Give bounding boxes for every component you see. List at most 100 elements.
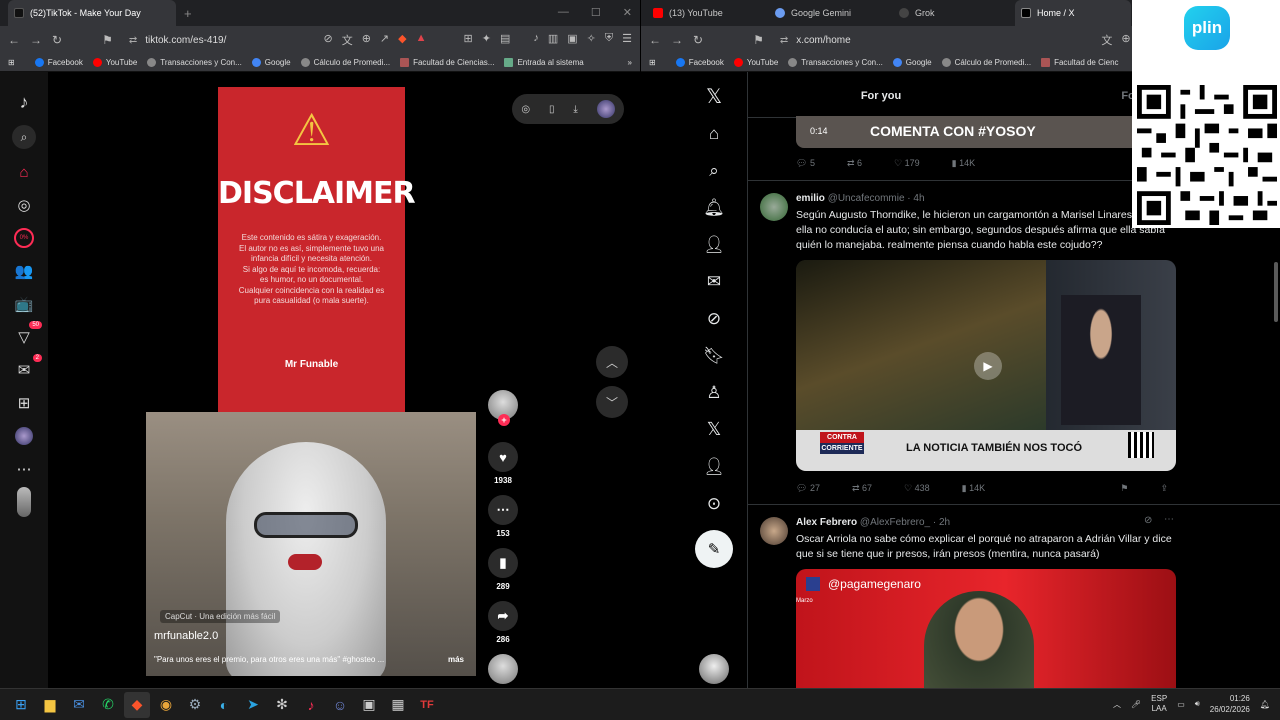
profile-icon[interactable]: 👤︎ xyxy=(703,456,725,477)
reply-button[interactable]: 💬︎ 5 xyxy=(796,158,815,169)
tab-gemini[interactable]: Google Gemini xyxy=(769,0,893,26)
next-video-button[interactable]: ﹀ xyxy=(596,386,628,418)
app-icon[interactable]: ▦ xyxy=(385,692,411,718)
tweet-video[interactable]: @pagamegenaro Marzo xyxy=(796,569,1176,688)
video-player[interactable]: ◎ ▯ ⤓ ⚠ DISCLAIMER Este contenido es sát… xyxy=(48,72,640,688)
chevron-up-icon[interactable]: ︿ xyxy=(1113,699,1121,710)
like-button[interactable]: ♡ 179 xyxy=(894,158,920,169)
tweet-time[interactable]: 4h xyxy=(913,193,924,204)
following-avatars-icon[interactable] xyxy=(14,487,34,517)
network-icon[interactable]: ▭ xyxy=(1177,700,1185,709)
puzzle-icon[interactable]: ✦ xyxy=(482,32,491,48)
repost-button[interactable]: ⇄ 6 xyxy=(847,158,862,169)
reply-button[interactable]: 💬︎ 27 xyxy=(796,483,820,494)
whatsapp-icon[interactable]: ✆ xyxy=(95,692,121,718)
previous-video-button[interactable]: ︿ xyxy=(596,346,628,378)
tab-x-home[interactable]: Home / X ✕ xyxy=(641,0,1280,688)
more-icon[interactable]: ⋯ xyxy=(14,459,34,479)
forward-icon[interactable]: → xyxy=(30,33,42,47)
file-explorer-icon[interactable]: ▆ xyxy=(37,692,63,718)
explore-icon[interactable]: ◎ xyxy=(14,195,34,215)
zoom-icon[interactable]: ⊕ xyxy=(1121,32,1130,48)
bookmark-icon[interactable]: ⚑ xyxy=(102,33,113,47)
messages-icon[interactable]: ✉ 2 xyxy=(14,354,42,380)
bookmark-google[interactable]: Google xyxy=(251,58,291,67)
new-tab-icon[interactable]: + xyxy=(184,6,192,21)
tweet[interactable]: emilio @Uncafecommie · 4h Según Augusto … xyxy=(748,180,1280,504)
notifications-icon[interactable]: 🔔︎ xyxy=(703,197,725,218)
back-icon[interactable]: ← xyxy=(649,33,661,47)
tweet-video[interactable]: ▶ CONTRA CORRIENTE LA NOTICIA TAMBIÉN NO… xyxy=(796,260,1176,471)
site-info-icon[interactable]: ⇄ xyxy=(780,35,788,46)
bookmark-calculo[interactable]: Cálculo de Promedi... xyxy=(941,58,1031,67)
bookmark-icon[interactable]: ⚑ xyxy=(753,33,764,47)
grok-icon[interactable]: ⊘ xyxy=(1144,515,1152,526)
tab-for-you[interactable]: For you xyxy=(748,72,1014,117)
tweet-avatar[interactable] xyxy=(760,517,788,545)
reader-icon[interactable]: ⊘ xyxy=(323,32,332,48)
activity-icon[interactable]: ▽ 50 xyxy=(14,321,42,347)
tweet[interactable]: Alex Febrero @AlexFebrero_ · 2h ⊘ ⋯ Osca… xyxy=(748,504,1280,688)
miniplayer-icon[interactable]: ▯ xyxy=(549,104,555,115)
communities-icon[interactable]: ♙ xyxy=(706,382,721,403)
download-icon[interactable]: ⤓ xyxy=(573,104,577,115)
more-icon[interactable]: ⊙ xyxy=(707,493,721,514)
bookmark-facultad[interactable]: Facultad de Ciencias... xyxy=(400,58,494,67)
share-icon[interactable]: ↗ xyxy=(380,32,389,48)
chrome-icon[interactable]: ◉ xyxy=(153,692,179,718)
brave-icon[interactable]: ◆ xyxy=(124,691,150,718)
bookmark-facebook[interactable]: Facebook xyxy=(34,58,83,67)
following-icon[interactable]: 👥 xyxy=(14,261,34,281)
maximize-icon[interactable]: ☐ xyxy=(591,6,601,19)
more-options-icon[interactable]: ⋯ xyxy=(1164,514,1174,525)
x-logo-icon[interactable]: 𝕏 xyxy=(706,86,722,108)
bookmark-facultad[interactable]: Facultad de Cienc xyxy=(1041,58,1119,67)
vpn-icon[interactable]: ⛨ xyxy=(605,32,613,48)
effect-avatar-icon[interactable] xyxy=(596,100,615,118)
bookmark-youtube[interactable]: YouTube xyxy=(92,58,137,67)
more-link[interactable]: más xyxy=(448,655,464,664)
brave-shield-icon[interactable]: ◆ xyxy=(398,32,406,48)
minimize-icon[interactable]: — xyxy=(558,6,569,19)
back-icon[interactable]: ← xyxy=(8,33,20,47)
home-icon[interactable]: ⌂ xyxy=(14,162,34,182)
premium-icon[interactable]: 𝕏 xyxy=(707,419,722,440)
follow-icon[interactable]: 👤︎ xyxy=(703,234,725,255)
bookmark-calculo[interactable]: Cálculo de Promedi... xyxy=(300,58,390,67)
translate-icon[interactable]: 文 xyxy=(1101,32,1112,48)
profile-icon[interactable] xyxy=(14,426,34,446)
search-icon[interactable]: ⌕ xyxy=(709,160,719,181)
zoom-icon[interactable]: ⊕ xyxy=(362,32,371,48)
bookmark-facebook[interactable]: Facebook xyxy=(675,58,724,67)
comment-button[interactable]: ⋯ xyxy=(488,495,518,525)
music-disc-avatar[interactable] xyxy=(488,654,518,684)
previous-post-video[interactable]: 0:14 COMENTA CON #YOSOY xyxy=(796,116,1176,148)
ai-icon[interactable]: ✧ xyxy=(587,32,596,48)
bookmark-transacciones[interactable]: Transacciones y Con... xyxy=(147,58,242,67)
microphone-icon[interactable]: 🎤︎ xyxy=(1131,700,1141,709)
play-icon[interactable]: ▶ xyxy=(974,352,1002,380)
like-button[interactable]: ♡ 438 xyxy=(904,483,930,494)
like-button[interactable]: ♥ xyxy=(488,442,518,472)
tiktok-icon[interactable]: ♪ xyxy=(298,692,324,718)
forward-icon[interactable]: → xyxy=(671,33,683,47)
close-window-icon[interactable]: ✕ xyxy=(623,6,632,19)
share-icon[interactable]: ⇪ xyxy=(1160,483,1168,494)
outlook-icon[interactable]: ✉ xyxy=(66,692,92,718)
apps-icon[interactable]: ⊞ xyxy=(8,58,15,67)
bookmark-entrada[interactable]: Entrada al sistema xyxy=(504,58,584,67)
post-button[interactable]: ✎ xyxy=(695,530,733,568)
reload-icon[interactable]: ↻ xyxy=(52,33,62,47)
address-bar[interactable]: ⇄ x.com/home xyxy=(774,29,1092,51)
edge-icon[interactable]: ◐ xyxy=(211,692,237,718)
tab-grok[interactable]: Grok xyxy=(893,0,1015,26)
autoscroll-icon[interactable]: ◎ xyxy=(521,104,530,115)
site-info-icon[interactable]: ⇄ xyxy=(129,35,137,46)
steam-icon[interactable]: ⚙ xyxy=(182,692,208,718)
brave-rewards-icon[interactable]: ▲ xyxy=(416,32,427,48)
author-handle[interactable]: @Uncafecommie xyxy=(828,193,905,204)
bookmark-youtube[interactable]: YouTube xyxy=(733,58,778,67)
creator-avatar[interactable]: + xyxy=(488,390,518,426)
tab-tiktok[interactable]: (52)TikTok - Make Your Day ✕ xyxy=(0,0,639,688)
bookmark-google[interactable]: Google xyxy=(892,58,932,67)
